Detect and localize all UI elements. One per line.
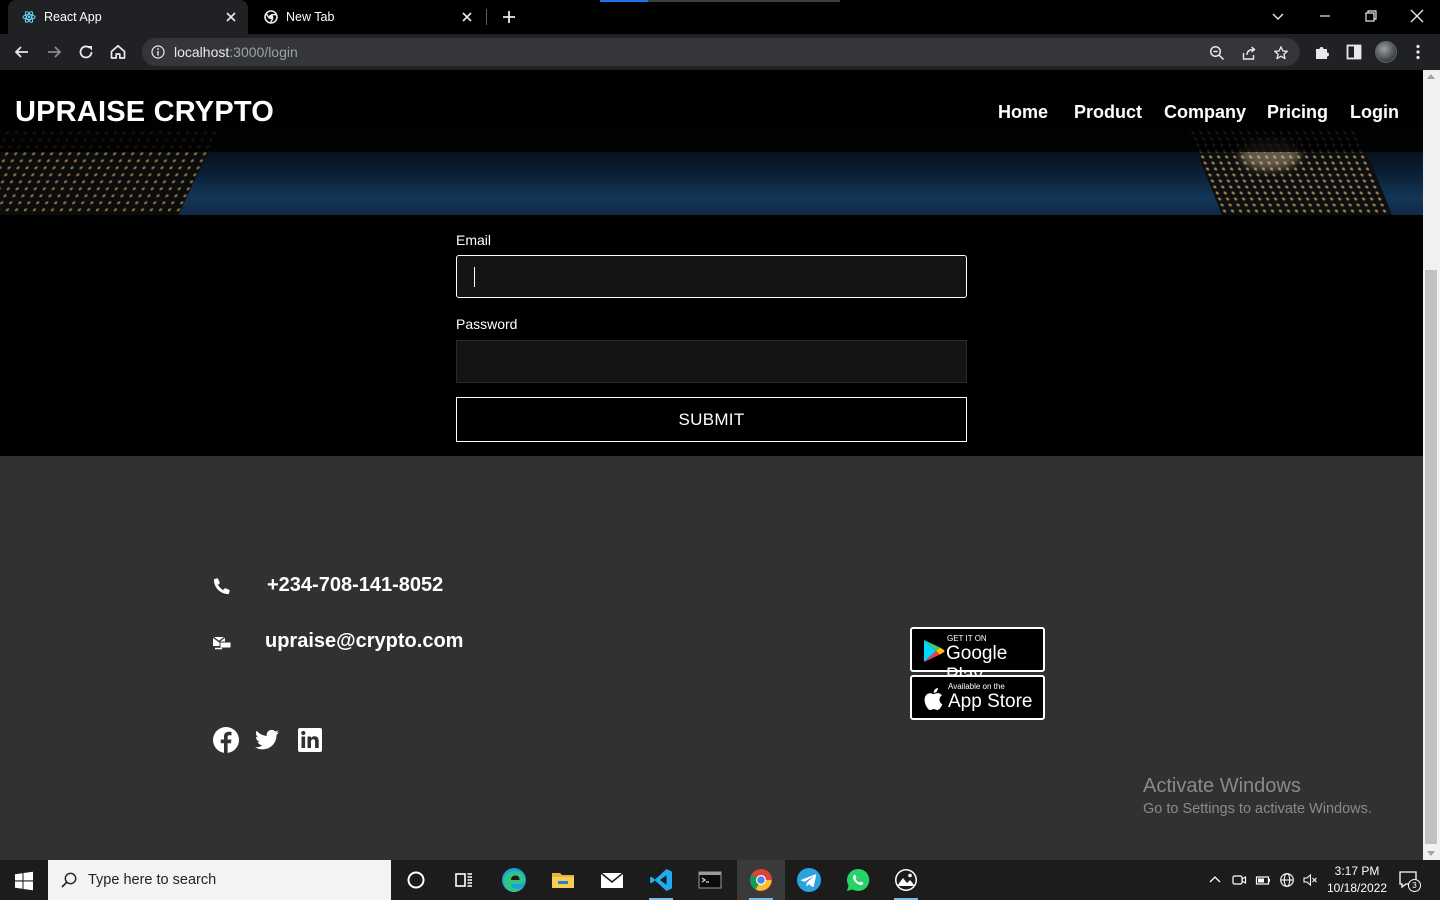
tab-divider	[486, 9, 487, 25]
terminal-icon[interactable]	[696, 866, 724, 894]
scroll-down-arrow-icon[interactable]	[1427, 851, 1435, 856]
text-caret	[474, 267, 475, 287]
share-icon[interactable]	[1241, 45, 1257, 61]
email-field[interactable]	[456, 255, 967, 298]
minimize-window-icon[interactable]	[1315, 6, 1335, 26]
app-store-small-text: Available on the	[948, 682, 1005, 691]
extensions-puzzle-icon[interactable]	[1312, 42, 1332, 62]
site-footer: +234-708-141-8052 upraise@crypto.com GET…	[0, 456, 1423, 860]
windows-start-icon[interactable]	[14, 871, 34, 891]
chrome-icon[interactable]	[747, 866, 775, 900]
battery-icon[interactable]	[1255, 872, 1271, 888]
browser-toolbar: localhost:3000/login	[0, 34, 1440, 70]
nav-login-link[interactable]: Login	[1350, 102, 1399, 123]
search-icon	[60, 871, 78, 889]
clock-time: 3:17 PM	[1334, 864, 1380, 878]
login-form: Email Password SUBMIT	[0, 215, 1423, 456]
show-hidden-icons-chevron-icon[interactable]	[1207, 872, 1223, 888]
nav-company-link[interactable]: Company	[1164, 102, 1246, 123]
password-label: Password	[456, 316, 518, 332]
page-viewport: UPRAISE CRYPTO Home Product Company Pric…	[0, 70, 1423, 860]
contact-email-text: upraise@crypto.com	[265, 630, 464, 652]
reload-icon[interactable]	[76, 42, 96, 62]
facebook-icon[interactable]	[212, 726, 240, 754]
zoom-icon[interactable]	[1209, 45, 1225, 61]
submit-button[interactable]: SUBMIT	[456, 397, 967, 442]
contact-phone-text: +234-708-141-8052	[267, 574, 444, 596]
react-favicon-icon	[22, 10, 36, 24]
google-play-triangle-icon	[920, 636, 948, 664]
url-text: localhost:3000/login	[174, 44, 298, 60]
new-tab-plus-icon[interactable]	[500, 8, 518, 26]
meet-now-icon[interactable]	[1231, 872, 1247, 888]
browser-menu-kebab-icon[interactable]	[1408, 42, 1428, 62]
volume-muted-icon[interactable]	[1302, 872, 1318, 888]
tab-label: New Tab	[286, 10, 335, 24]
close-window-icon[interactable]	[1407, 6, 1427, 26]
site-navbar: UPRAISE CRYPTO Home Product Company Pric…	[0, 70, 1423, 152]
notification-count-badge: 3	[1408, 879, 1421, 892]
profile-avatar[interactable]	[1375, 41, 1397, 63]
tab-new-tab[interactable]: New Tab	[250, 0, 484, 34]
cortana-icon[interactable]	[402, 866, 430, 894]
activate-windows-subtitle: Go to Settings to activate Windows.	[1143, 801, 1372, 817]
loading-indicator	[600, 0, 840, 2]
site-brand-logo[interactable]: UPRAISE CRYPTO	[15, 96, 274, 129]
close-tab-icon[interactable]	[460, 10, 474, 24]
back-arrow-icon[interactable]	[12, 42, 32, 62]
home-icon[interactable]	[108, 42, 128, 62]
file-explorer-icon[interactable]	[549, 866, 577, 894]
task-view-icon[interactable]	[450, 866, 478, 894]
network-globe-icon[interactable]	[1279, 872, 1295, 888]
google-play-small-text: GET IT ON	[947, 634, 987, 643]
taskbar-search-box[interactable]: Type here to search	[48, 860, 391, 900]
app-store-big-text: App Store	[948, 691, 1033, 712]
scroll-up-arrow-icon[interactable]	[1427, 74, 1435, 79]
bookmark-star-icon[interactable]	[1273, 45, 1289, 61]
search-placeholder: Type here to search	[88, 872, 217, 888]
page-scrollbar[interactable]	[1423, 70, 1440, 860]
scrollbar-thumb[interactable]	[1425, 270, 1437, 844]
tab-label: React App	[44, 10, 102, 24]
windows-taskbar: Type here to search 3:17 PM 10/18/2022 3	[0, 860, 1440, 900]
edge-icon[interactable]	[500, 866, 528, 894]
linkedin-icon[interactable]	[296, 726, 324, 754]
google-play-badge[interactable]: GET IT ON Google Play	[910, 627, 1045, 686]
tab-react-app[interactable]: React App	[8, 0, 248, 34]
chrome-favicon-icon	[264, 10, 278, 24]
password-field[interactable]	[456, 340, 967, 383]
clock-date: 10/18/2022	[1326, 881, 1388, 895]
app-store-badge[interactable]: Available on the App Store	[910, 675, 1045, 720]
photos-icon[interactable]	[892, 866, 920, 900]
nav-home-link[interactable]: Home	[998, 102, 1048, 123]
close-tab-icon[interactable]	[224, 10, 238, 24]
mail-icon[interactable]	[598, 866, 626, 894]
telegram-icon[interactable]	[795, 866, 823, 894]
tab-search-chevron-icon[interactable]	[1270, 8, 1286, 24]
system-clock[interactable]: 3:17 PM 10/18/2022	[1326, 863, 1388, 897]
phone-icon	[212, 576, 232, 596]
address-bar[interactable]: localhost:3000/login	[142, 38, 1300, 66]
forward-arrow-icon[interactable]	[44, 42, 64, 62]
nav-pricing-link[interactable]: Pricing	[1267, 102, 1328, 123]
nav-product-link[interactable]: Product	[1074, 102, 1142, 123]
apple-logo-icon	[920, 684, 948, 712]
notification-center-icon[interactable]: 3	[1398, 870, 1421, 892]
whatsapp-icon[interactable]	[844, 866, 872, 894]
side-panel-icon[interactable]	[1344, 42, 1364, 62]
hero-banner: UPRAISE CRYPTO Home Product Company Pric…	[0, 70, 1423, 215]
twitter-icon[interactable]	[253, 726, 281, 754]
site-info-icon[interactable]	[151, 45, 165, 59]
mail-contact-icon	[212, 632, 232, 652]
vscode-icon[interactable]	[647, 866, 675, 900]
email-label: Email	[456, 232, 492, 248]
restore-window-icon[interactable]	[1361, 6, 1381, 26]
activate-windows-title: Activate Windows	[1143, 775, 1301, 797]
browser-tab-strip: React App New Tab	[0, 0, 1440, 34]
